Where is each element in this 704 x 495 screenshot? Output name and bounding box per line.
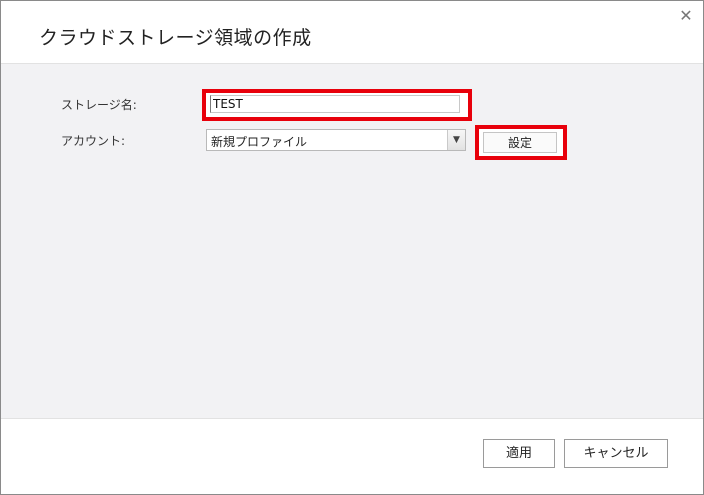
chevron-down-icon[interactable]: ▼ — [447, 130, 465, 150]
account-select[interactable]: 新規プロファイル ▼ — [206, 129, 466, 151]
storage-name-highlight — [202, 89, 472, 121]
dialog-title: クラウドストレージ領域の作成 — [39, 27, 312, 49]
create-cloud-storage-dialog: クラウドストレージ領域の作成 ✕ ストレージ名: アカウント: 新規プロファイル… — [0, 0, 704, 495]
apply-button[interactable]: 適用 — [483, 439, 555, 468]
account-label: アカウント: — [61, 134, 126, 148]
storage-name-input[interactable] — [210, 95, 460, 113]
cancel-button[interactable]: キャンセル — [564, 439, 668, 468]
settings-highlight: 設定 — [475, 125, 567, 160]
settings-button[interactable]: 設定 — [483, 132, 557, 153]
storage-name-label: ストレージ名: — [61, 98, 137, 112]
account-select-value: 新規プロファイル — [211, 135, 308, 149]
dialog-title-bar: クラウドストレージ領域の作成 ✕ — [1, 1, 703, 64]
close-icon[interactable]: ✕ — [677, 7, 695, 25]
dialog-body: ストレージ名: アカウント: 新規プロファイル ▼ 設定 — [1, 64, 703, 419]
